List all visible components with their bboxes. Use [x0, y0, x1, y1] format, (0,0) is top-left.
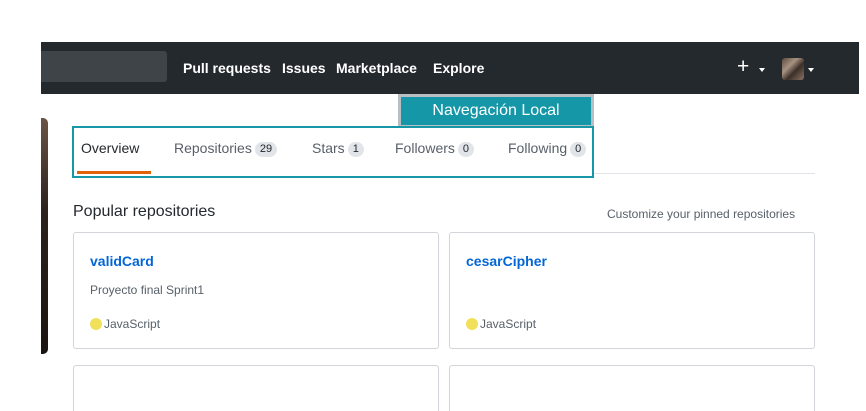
tabs-divider: [594, 173, 815, 174]
tab-stars[interactable]: Stars 1: [312, 140, 364, 158]
tab-following[interactable]: Following 0: [508, 140, 587, 158]
tab-label: Stars: [312, 140, 345, 156]
nav-pull-requests[interactable]: Pull requests: [183, 60, 271, 77]
tab-followers[interactable]: Followers 0: [395, 140, 475, 158]
language-label: JavaScript: [104, 317, 161, 331]
language-label: JavaScript: [480, 317, 537, 331]
repo-card: validCard Proyecto final Sprint1 JavaScr…: [73, 232, 439, 349]
plus-icon: +: [737, 55, 750, 78]
repo-card: cesarCipher JavaScript: [449, 232, 815, 349]
repo-card: [449, 365, 815, 411]
profile-tabs: Overview Repositories 29 Stars 1 Followers…: [72, 126, 594, 178]
language-color-icon: [466, 318, 478, 330]
customize-pins-link[interactable]: Customize your pinned repositories: [607, 207, 795, 221]
avatar: [782, 58, 804, 80]
repo-description: Proyecto final Sprint1: [90, 283, 205, 297]
tab-overview[interactable]: Overview: [81, 140, 139, 157]
tab-label: Followers: [395, 140, 455, 156]
repo-language: JavaScript: [466, 317, 536, 331]
tab-counter: 1: [347, 142, 364, 157]
tab-repositories[interactable]: Repositories 29: [174, 140, 278, 158]
section-title: Popular repositories: [73, 203, 216, 220]
tab-label: Repositories: [174, 140, 252, 156]
profile-avatar: [41, 118, 48, 354]
language-color-icon: [90, 318, 102, 330]
global-header: Pull requests Issues Marketplace Explore…: [41, 42, 859, 94]
nav-issues[interactable]: Issues: [282, 60, 326, 77]
annotation-tooltip: Navegación Local: [398, 94, 594, 128]
nav-marketplace[interactable]: Marketplace: [336, 60, 417, 77]
tab-counter: 29: [254, 142, 278, 157]
tab-label: Overview: [81, 140, 140, 156]
search-input[interactable]: [41, 51, 167, 82]
nav-explore[interactable]: Explore: [433, 60, 484, 77]
chevron-down-icon: [759, 68, 765, 72]
annotation-label: Navegación Local: [401, 97, 591, 125]
chevron-down-icon: [808, 68, 814, 72]
tab-label: Following: [508, 140, 568, 156]
repo-card: [73, 365, 439, 411]
repo-language: JavaScript: [90, 317, 160, 331]
tab-counter: 0: [457, 142, 475, 157]
tab-counter: 0: [570, 142, 587, 157]
repo-link[interactable]: cesarCipher: [466, 253, 547, 269]
tab-selected-indicator: [77, 171, 151, 174]
repo-link[interactable]: validCard: [90, 253, 154, 269]
